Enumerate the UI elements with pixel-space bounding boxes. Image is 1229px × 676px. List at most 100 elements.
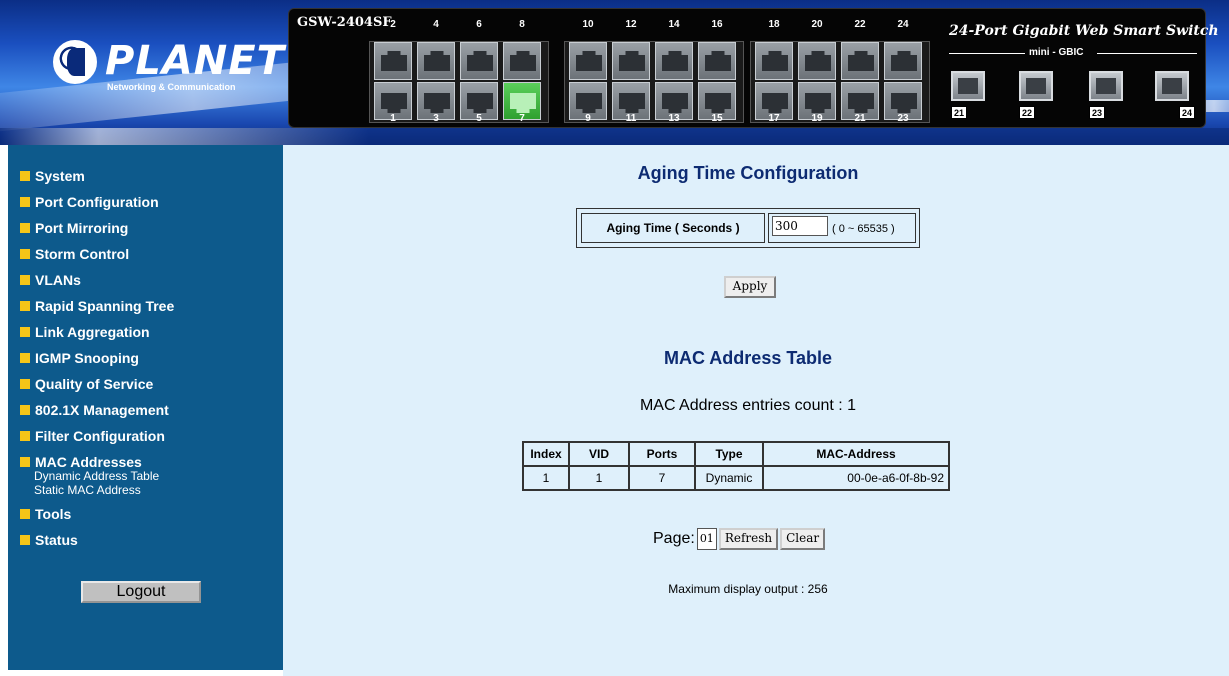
- sidebar-item-link-aggregation[interactable]: Link Aggregation: [20, 319, 174, 345]
- port-number: 4: [433, 19, 439, 30]
- sfp-port-icon: [1019, 71, 1053, 101]
- sidebar-item-label: Tools: [35, 506, 72, 522]
- port-number: 21: [854, 113, 866, 124]
- sidebar-item-port-mirroring[interactable]: Port Mirroring: [20, 215, 174, 241]
- square-bullet-icon: [20, 405, 30, 415]
- sidebar-item-label: VLANs: [35, 272, 81, 288]
- sidebar-item-label: Port Configuration: [35, 194, 159, 210]
- sidebar-subitem-static-mac-address[interactable]: Static MAC Address: [34, 483, 174, 497]
- sfp-port-icon: [1155, 71, 1189, 101]
- port-number: 20: [811, 19, 823, 30]
- square-bullet-icon: [20, 353, 30, 363]
- sidebar-submenu: Dynamic Address Table Static MAC Address: [34, 469, 174, 497]
- sidebar-item-rapid-spanning-tree[interactable]: Rapid Spanning Tree: [20, 293, 174, 319]
- sidebar-item-port-configuration[interactable]: Port Configuration: [20, 189, 174, 215]
- port-number: 23: [897, 113, 909, 124]
- sidebar-item-label: IGMP Snooping: [35, 350, 139, 366]
- sidebar-item-tools[interactable]: Tools: [20, 501, 174, 527]
- ethernet-port-icon: [798, 42, 836, 80]
- port-number: 16: [711, 19, 723, 30]
- square-bullet-icon: [20, 223, 30, 233]
- column-header-type: Type: [695, 442, 763, 466]
- square-bullet-icon: [20, 327, 30, 337]
- ethernet-port-icon: [655, 42, 693, 80]
- mac-table-title: MAC Address Table: [663, 348, 833, 368]
- page-label: Page:: [653, 530, 695, 547]
- square-bullet-icon: [20, 379, 30, 389]
- sidebar-subitem-dynamic-address-table[interactable]: Dynamic Address Table: [34, 469, 174, 483]
- table-row: 1 1 7 Dynamic 00-0e-a6-0f-8b-92: [523, 466, 949, 490]
- port-number: 14: [668, 19, 680, 30]
- square-bullet-icon: [20, 457, 30, 467]
- sidebar-item-label: Port Mirroring: [35, 220, 129, 236]
- sidebar-item-vlans[interactable]: VLANs: [20, 267, 174, 293]
- port-number: 19: [811, 113, 823, 124]
- port-number: 22: [854, 19, 866, 30]
- port-number: 6: [476, 19, 482, 30]
- table-cell: 7: [629, 466, 695, 490]
- sidebar-menu: System Port Configuration Port Mirroring St…: [20, 163, 174, 553]
- column-header-vid: VID: [569, 442, 629, 466]
- square-bullet-icon: [20, 431, 30, 441]
- sidebar-item-igmp-snooping[interactable]: IGMP Snooping: [20, 345, 174, 371]
- port-number: 24: [897, 19, 909, 30]
- square-bullet-icon: [20, 509, 30, 519]
- ethernet-port-icon: [884, 42, 922, 80]
- refresh-button[interactable]: Refresh: [718, 528, 779, 550]
- sfp-port-icon: [951, 71, 985, 101]
- ethernet-port-icon: [374, 42, 412, 80]
- switch-panel: GSW-2404SF 2 1 4 3 6 5 8 7 10 9 12 11 14 13 16 15 18 17 20…: [288, 8, 1219, 128]
- aging-form: Aging Time ( Seconds ) ( 0 ~ 65535 ): [576, 208, 920, 248]
- sidebar: System Port Configuration Port Mirroring St…: [0, 145, 283, 676]
- table-cell: 1: [569, 466, 629, 490]
- sidebar-item-storm-control[interactable]: Storm Control: [20, 241, 174, 267]
- column-header-index: Index: [523, 442, 569, 466]
- square-bullet-icon: [20, 301, 30, 311]
- ethernet-port-icon: [755, 42, 793, 80]
- planet-logo-icon: [53, 40, 97, 84]
- device-title: 24-Port Gigabit Web Smart Switch: [949, 23, 1219, 39]
- max-display-output: Maximum display output : 256: [668, 582, 828, 596]
- page-select[interactable]: 01: [696, 528, 717, 550]
- table-header-row: Index VID Ports Type MAC-Address: [523, 442, 949, 466]
- sidebar-item-label: MAC Addresses: [35, 454, 142, 470]
- sidebar-item-quality-of-service[interactable]: Quality of Service: [20, 371, 174, 397]
- aging-title: Aging Time Configuration: [637, 163, 859, 183]
- sidebar-item-filter-configuration[interactable]: Filter Configuration: [20, 423, 174, 449]
- sfp-port-number: 22: [1019, 106, 1035, 119]
- aging-time-cell: ( 0 ~ 65535 ): [768, 213, 916, 243]
- sidebar-item-label: Quality of Service: [35, 376, 154, 392]
- ethernet-port-icon: [841, 42, 879, 80]
- sfp-port-number: 21: [951, 106, 967, 119]
- aging-time-input[interactable]: [772, 216, 828, 236]
- sidebar-item-status[interactable]: Status: [20, 527, 174, 553]
- sidebar-item-label: Storm Control: [35, 246, 130, 262]
- port-number: 5: [476, 113, 482, 124]
- clear-button[interactable]: Clear: [780, 528, 826, 550]
- ethernet-port-icon: [612, 42, 650, 80]
- sidebar-item-802-1x-management[interactable]: 802.1X Management: [20, 397, 174, 423]
- port-number: 8: [519, 19, 525, 30]
- header-banner: PLANET Networking & Communication GSW-24…: [0, 0, 1229, 145]
- square-bullet-icon: [20, 275, 30, 285]
- square-bullet-icon: [20, 249, 30, 259]
- column-header-ports: Ports: [629, 442, 695, 466]
- port-number: 9: [585, 113, 591, 124]
- port-number: 2: [390, 19, 396, 30]
- apply-button[interactable]: Apply: [724, 276, 776, 298]
- pagination: Page: 01 Refresh Clear: [653, 527, 827, 551]
- square-bullet-icon: [20, 535, 30, 545]
- planet-logo: PLANET Networking & Communication: [45, 38, 284, 98]
- port-number: 17: [768, 113, 780, 124]
- square-bullet-icon: [20, 171, 30, 181]
- sfp-port-number: 24: [1179, 106, 1195, 119]
- logout-button[interactable]: Logout: [81, 581, 201, 603]
- ethernet-port-icon: [460, 42, 498, 80]
- sfp-port-icon: [1089, 71, 1123, 101]
- mac-entries-count: MAC Address entries count : 1: [639, 397, 857, 414]
- port-number: 15: [711, 113, 723, 124]
- sidebar-item-label: Status: [35, 532, 78, 548]
- sidebar-item-system[interactable]: System: [20, 163, 174, 189]
- table-cell: 00-0e-a6-0f-8b-92: [763, 466, 949, 490]
- port-number: 12: [625, 19, 637, 30]
